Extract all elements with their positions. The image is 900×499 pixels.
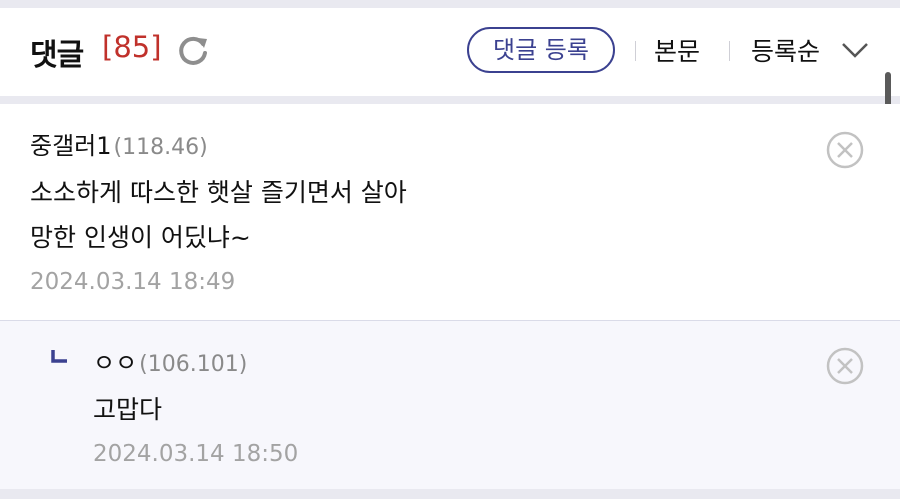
body-link[interactable]: 본문 bbox=[654, 32, 700, 68]
author-name: ㅇㅇ bbox=[93, 349, 138, 377]
comment-author: 중갤러1(118.46) bbox=[30, 126, 208, 161]
delete-icon[interactable] bbox=[826, 131, 864, 169]
author-ip: (118.46) bbox=[113, 135, 208, 160]
author-name: 중갤러1 bbox=[30, 132, 112, 160]
section-divider bbox=[0, 96, 900, 104]
comment-title: 댓글 bbox=[30, 38, 84, 73]
top-strip bbox=[0, 0, 900, 8]
write-comment-button[interactable]: 댓글 등록 bbox=[467, 27, 615, 73]
comment-author: ㅇㅇ(106.101) bbox=[93, 343, 247, 378]
separator bbox=[635, 41, 636, 61]
reply-arrow-icon bbox=[51, 350, 67, 363]
sort-dropdown[interactable]: 등록순 bbox=[751, 32, 820, 68]
author-ip: (106.101) bbox=[139, 352, 248, 377]
comment-line: 고맙다 bbox=[93, 395, 163, 424]
comment-text: 고맙다 bbox=[93, 387, 162, 432]
comment-count: [85] bbox=[102, 30, 162, 64]
chevron-down-icon[interactable] bbox=[840, 40, 870, 60]
comment-header: 댓글 [85] 댓글 등록 본문 등록순 bbox=[0, 8, 900, 96]
separator bbox=[729, 41, 730, 61]
delete-icon[interactable] bbox=[826, 347, 864, 385]
comment-date: 2024.03.14 18:50 bbox=[93, 441, 299, 467]
bottom-divider bbox=[0, 489, 900, 499]
comment-line: 망한 인생이 어딨냐~ bbox=[30, 223, 251, 252]
comment-date: 2024.03.14 18:49 bbox=[30, 269, 236, 295]
reply-item: ㅇㅇ(106.101) 고맙다 2024.03.14 18:50 bbox=[0, 320, 900, 491]
comment-text: 소소하게 따스한 햇살 즐기면서 살아 망한 인생이 어딨냐~ bbox=[30, 170, 407, 260]
refresh-icon[interactable] bbox=[176, 34, 210, 68]
comment-line: 소소하게 따스한 햇살 즐기면서 살아 bbox=[30, 178, 407, 207]
comment-item: 중갤러1(118.46) 소소하게 따스한 햇살 즐기면서 살아 망한 인생이 … bbox=[0, 104, 900, 318]
